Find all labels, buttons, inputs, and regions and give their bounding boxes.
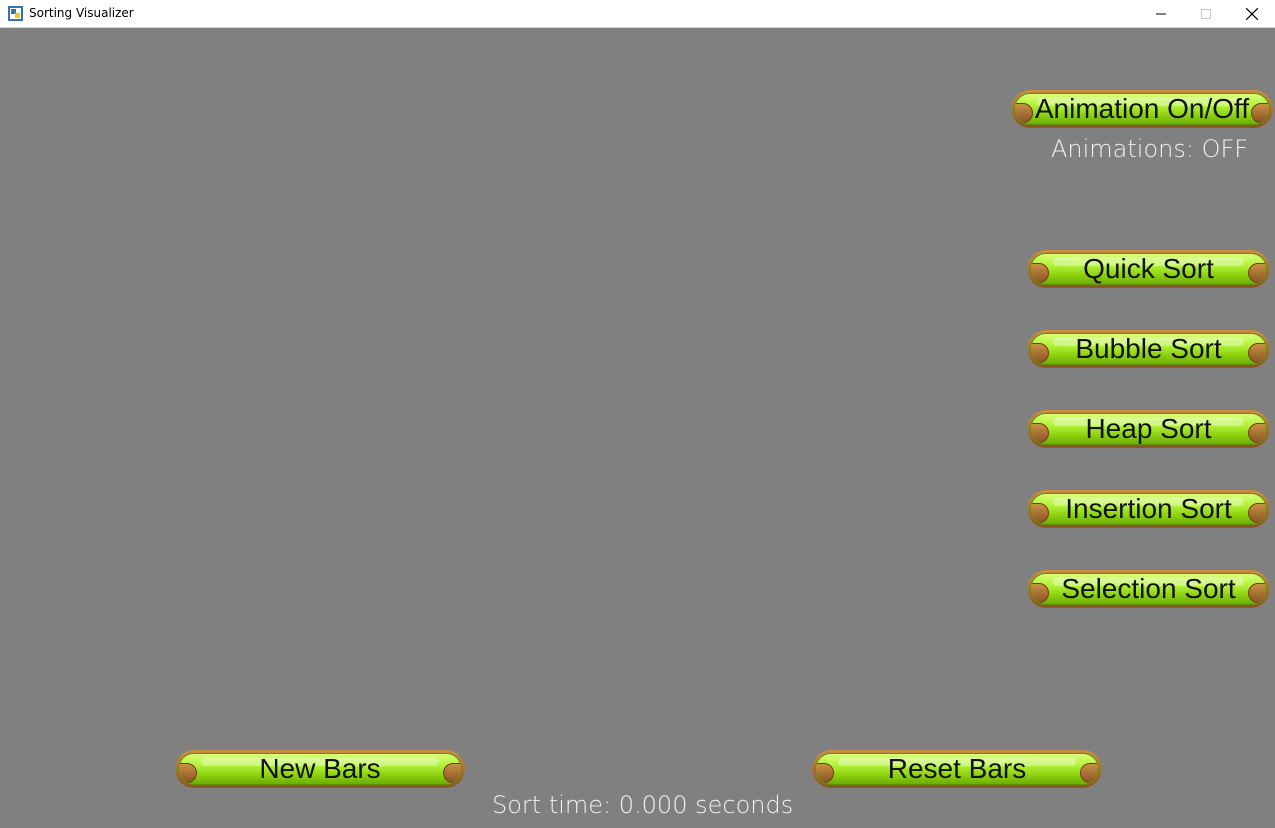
app-window: Sorting Visualizer Animation On/Off Anim… bbox=[0, 0, 1275, 828]
insertion-sort-button[interactable]: Insertion Sort bbox=[1027, 490, 1270, 528]
minimize-icon bbox=[1156, 13, 1166, 15]
bubble-sort-label: Bubble Sort bbox=[1075, 333, 1222, 364]
python-app-icon bbox=[8, 6, 23, 21]
quick-sort-label: Quick Sort bbox=[1083, 253, 1214, 284]
maximize-button[interactable] bbox=[1183, 0, 1229, 28]
animation-toggle-label: Animation On/Off bbox=[1034, 93, 1250, 124]
selection-sort-button[interactable]: Selection Sort bbox=[1027, 570, 1270, 608]
heap-sort-button[interactable]: Heap Sort bbox=[1027, 410, 1270, 448]
close-icon bbox=[1246, 8, 1258, 20]
animation-toggle-button[interactable]: Animation On/Off bbox=[1011, 90, 1273, 128]
bubble-sort-button[interactable]: Bubble Sort bbox=[1027, 330, 1270, 368]
reset-bars-label: Reset Bars bbox=[887, 753, 1027, 784]
quick-sort-button[interactable]: Quick Sort bbox=[1027, 250, 1270, 288]
sort-time-readout: Sort time: 0.000 seconds bbox=[492, 791, 794, 819]
animation-status: Animations: OFF bbox=[1051, 135, 1249, 163]
reset-bars-button[interactable]: Reset Bars bbox=[812, 750, 1102, 788]
title-bar: Sorting Visualizer bbox=[0, 0, 1275, 28]
insertion-sort-label: Insertion Sort bbox=[1065, 493, 1232, 524]
new-bars-button[interactable]: New Bars bbox=[175, 750, 465, 788]
heap-sort-label: Heap Sort bbox=[1085, 413, 1212, 444]
close-button[interactable] bbox=[1229, 0, 1275, 28]
selection-sort-label: Selection Sort bbox=[1061, 573, 1236, 604]
new-bars-label: New Bars bbox=[259, 753, 381, 784]
maximize-icon bbox=[1201, 9, 1211, 19]
visualizer-canvas: Animation On/Off Animations: OFF Quick S… bbox=[0, 28, 1275, 828]
minimize-button[interactable] bbox=[1138, 0, 1184, 28]
window-title: Sorting Visualizer bbox=[29, 6, 134, 20]
